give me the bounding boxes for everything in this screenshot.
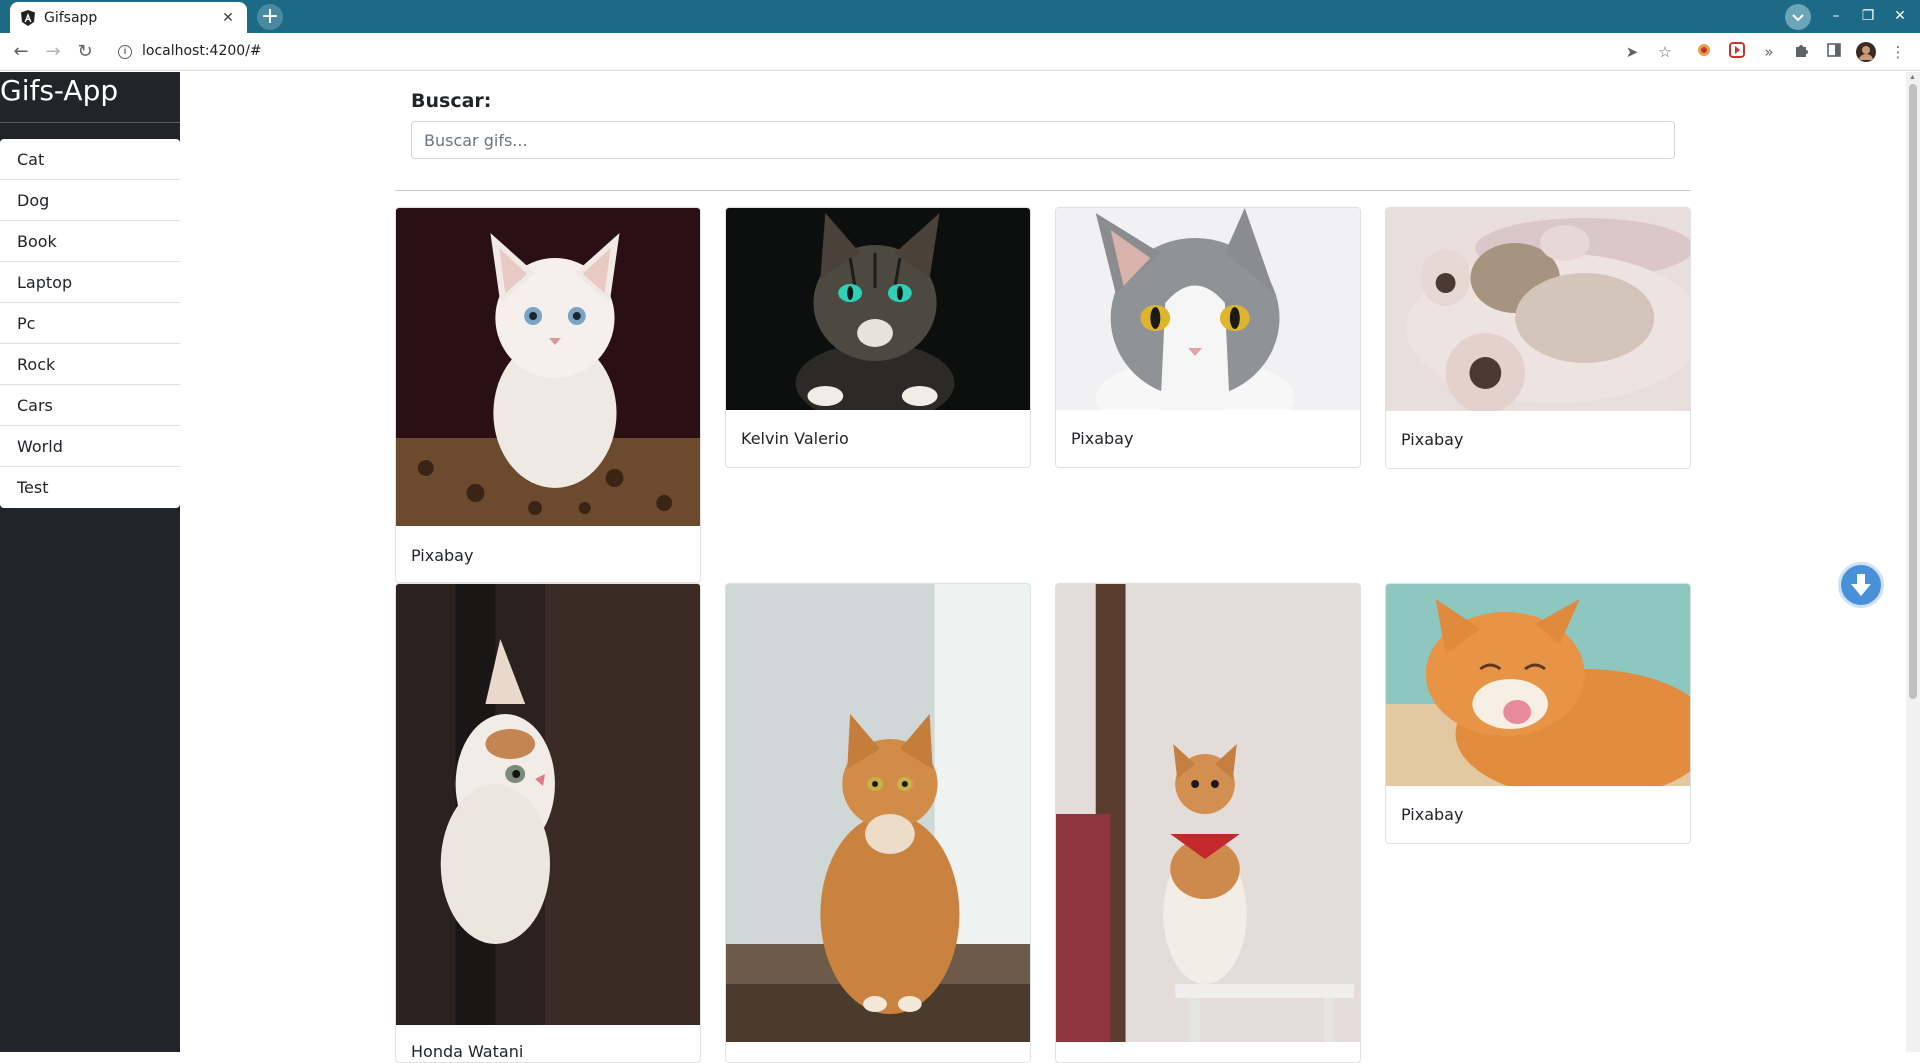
gif-card[interactable]: Pixabay [1385,207,1691,469]
search-input[interactable] [411,121,1675,159]
extension-icon[interactable] [1694,42,1714,62]
gif-caption: Pixabay [1401,805,1464,824]
puzzle-icon[interactable] [1791,42,1811,62]
forward-icon[interactable]: → [42,41,64,63]
sidebar-item-laptop[interactable]: Laptop [0,262,180,303]
gif-card[interactable]: Kelvin Valerio [725,207,1031,468]
gif-caption: Pixabay [1401,430,1464,449]
gif-image [1386,208,1690,411]
send-icon[interactable]: ➤ [1622,42,1642,62]
gif-card[interactable] [1055,583,1361,1063]
page: Gifs-App Cat Dog Book Laptop Pc Rock Car… [0,72,1920,1063]
bookmark-star-icon[interactable]: ☆ [1655,42,1675,62]
gif-image [396,208,700,526]
address-bar[interactable]: localhost:4200/# [142,43,262,59]
sidebar-item-dog[interactable]: Dog [0,180,180,221]
gif-image [1056,208,1360,410]
history-list: Cat Dog Book Laptop Pc Rock Cars World T… [0,139,180,508]
tab-close-icon[interactable]: ✕ [219,8,237,26]
gif-image [396,584,700,1025]
gif-caption: Pixabay [411,546,474,565]
tab-search-button[interactable] [1785,4,1811,30]
gif-image [1056,584,1360,1042]
main-divider [395,190,1691,191]
gif-card[interactable]: Honda Watani [395,583,701,1063]
gif-card[interactable]: Pixabay [1055,207,1361,468]
sidebar-item-test[interactable]: Test [0,467,180,508]
browser-tab-bar: Gifsapp ✕ + – ❐ ✕ [0,0,1920,33]
gif-caption: Pixabay [1071,429,1134,448]
search-label: Buscar: [411,90,492,112]
menu-icon[interactable]: ⋮ [1888,42,1908,62]
window-close-icon[interactable]: ✕ [1890,6,1910,26]
extension-arrows-icon[interactable]: » [1759,42,1779,62]
scroll-down-button[interactable] [1838,562,1884,608]
arrow-down-icon [1851,574,1871,596]
angular-icon [21,10,35,26]
back-icon[interactable]: ← [10,41,32,63]
gif-card[interactable]: Pixabay [1385,583,1691,844]
browser-tab[interactable]: Gifsapp ✕ [10,2,247,33]
extension-red-icon[interactable] [1727,42,1747,62]
gif-image [726,208,1030,410]
gif-image [1386,584,1690,786]
minimize-icon[interactable]: – [1826,6,1846,26]
sidebar-item-world[interactable]: World [0,426,180,467]
site-info-icon[interactable]: i [118,45,132,59]
tab-title: Gifsapp [44,10,98,26]
chevron-down-icon [1792,14,1804,22]
sidebar-item-pc[interactable]: Pc [0,303,180,344]
page-scrollbar[interactable]: ▲ [1906,72,1920,1052]
gif-card[interactable]: Pixabay [395,207,701,583]
scroll-up-arrow-icon[interactable]: ▲ [1909,74,1916,81]
sidebar-item-book[interactable]: Book [0,221,180,262]
brand-title: Gifs-App [0,74,119,107]
gif-image [726,584,1030,1042]
scrollbar-thumb[interactable] [1909,84,1917,699]
gif-caption: Kelvin Valerio [741,429,849,448]
reload-icon[interactable]: ↻ [74,41,96,63]
browser-toolbar: ← → ↻ i localhost:4200/# ➤ ☆ » ⋮ [0,33,1920,71]
profile-avatar[interactable] [1856,42,1876,62]
sidebar: Gifs-App Cat Dog Book Laptop Pc Rock Car… [0,72,180,1052]
sidebar-divider [0,122,180,123]
sidebar-item-cars[interactable]: Cars [0,385,180,426]
restore-icon[interactable]: ❐ [1858,6,1878,26]
sidebar-item-cat[interactable]: Cat [0,139,180,180]
sidebar-item-rock[interactable]: Rock [0,344,180,385]
new-tab-button[interactable]: + [257,4,283,30]
side-panel-icon[interactable] [1824,42,1844,62]
gif-card[interactable] [725,583,1031,1063]
